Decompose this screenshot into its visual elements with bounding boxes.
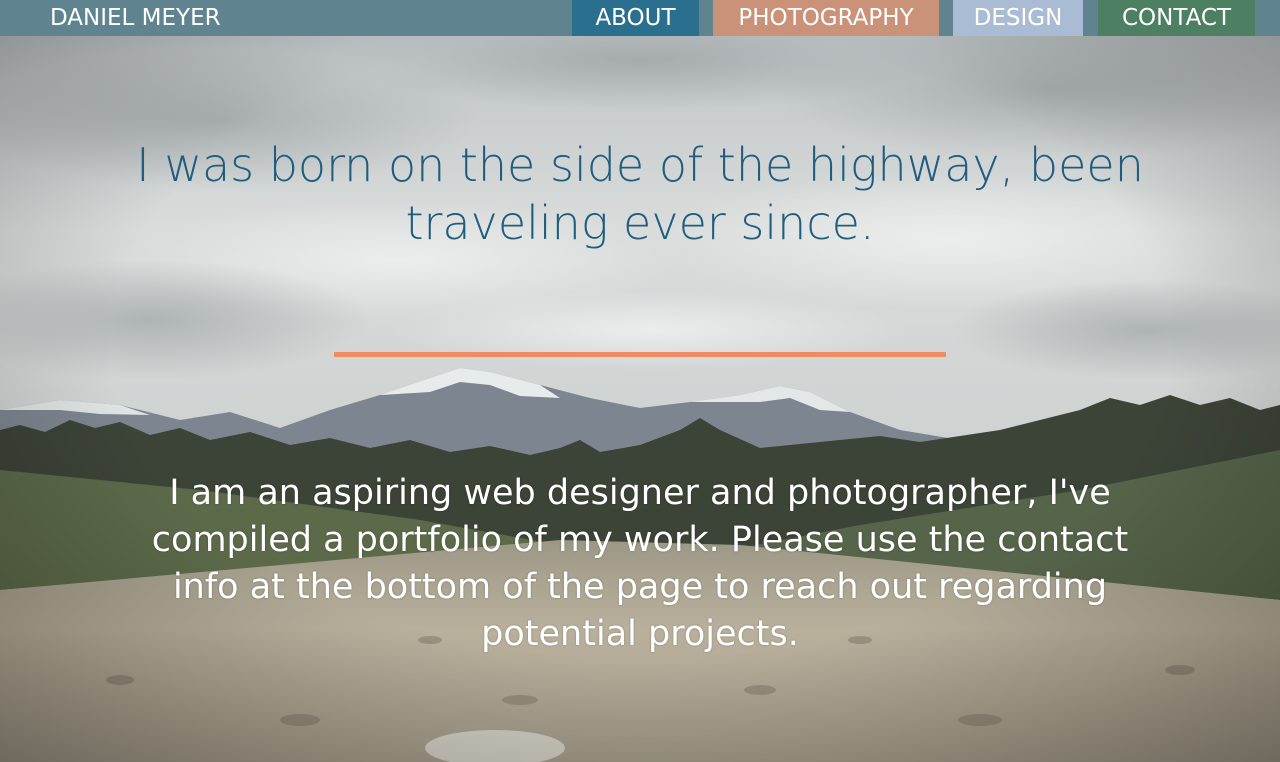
nav-contact-button[interactable]: CONTACT — [1098, 0, 1255, 36]
hero-divider — [334, 352, 946, 357]
hero-intro-text: I am an aspiring web designer and photog… — [151, 473, 1129, 654]
nav-about-button[interactable]: ABOUT — [572, 0, 699, 36]
site-brand-name[interactable]: DANIEL MEYER — [50, 0, 221, 36]
nav-photography-button[interactable]: PHOTOGRAPHY — [713, 0, 939, 36]
nav-design-button[interactable]: DESIGN — [953, 0, 1083, 36]
hero-headline: I was born on the side of the highway, b… — [136, 138, 1144, 250]
top-navbar: DANIEL MEYER ABOUT PHOTOGRAPHY DESIGN CO… — [0, 0, 1280, 36]
page: DANIEL MEYER ABOUT PHOTOGRAPHY DESIGN CO… — [0, 0, 1280, 762]
